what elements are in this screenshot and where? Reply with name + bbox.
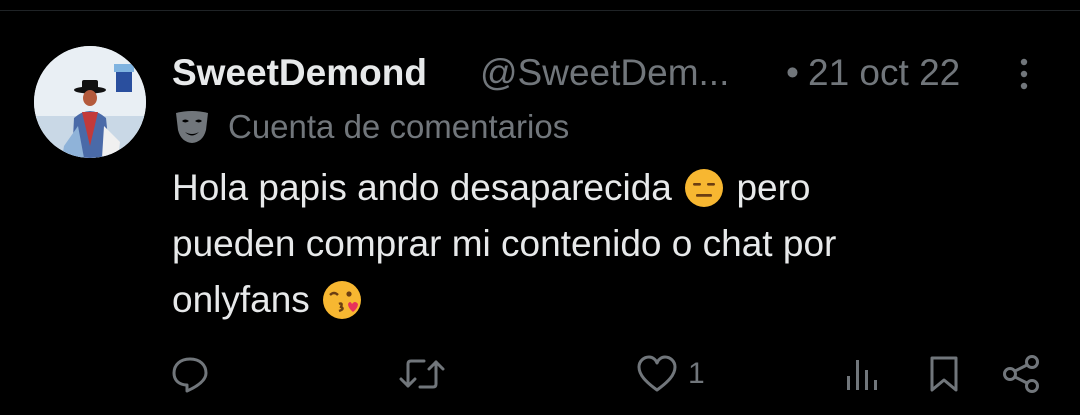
account-label-text: Cuenta de comentarios (228, 108, 570, 145)
like-button[interactable]: 1 (636, 350, 705, 398)
tweet-text-line3: onlyfans (172, 279, 310, 320)
tweet-date[interactable]: 21 oct 22 (808, 52, 960, 94)
tweet-text-line1b: pero (736, 167, 811, 208)
retweet-icon (399, 359, 445, 389)
views-icon (847, 360, 877, 390)
share-button[interactable] (1000, 350, 1042, 398)
views-button[interactable] (844, 350, 880, 398)
like-icon (637, 355, 677, 392)
tweet-header: SweetDemond @SweetDem... • 21 oct 22 (172, 50, 992, 98)
tweet-text-line1: Hola papis ando desaparecida (172, 167, 672, 208)
theater-mask-icon (176, 111, 208, 143)
display-name[interactable]: SweetDemond (172, 52, 427, 94)
tweet-text: Hola papis ando desaparecida pero pueden… (172, 160, 992, 328)
avatar[interactable] (34, 46, 146, 158)
user-handle[interactable]: @SweetDem... (480, 52, 729, 94)
separator-dot: • (786, 52, 799, 93)
more-options-icon[interactable] (1012, 56, 1036, 92)
reply-button[interactable] (170, 350, 220, 398)
account-label: Cuenta de comentarios (172, 106, 872, 146)
bookmark-icon (930, 356, 958, 392)
share-icon (1003, 355, 1039, 393)
reply-icon (172, 357, 208, 393)
like-count: 1 (688, 357, 705, 390)
avatar-image (34, 46, 146, 158)
face-blowing-kiss-icon (323, 281, 362, 319)
bookmark-button[interactable] (926, 350, 962, 398)
tweet-text-line2: pueden comprar mi contenido o chat por (172, 223, 837, 264)
top-divider (0, 10, 1080, 11)
retweet-button[interactable] (398, 350, 456, 398)
expressionless-face-icon (685, 169, 724, 207)
